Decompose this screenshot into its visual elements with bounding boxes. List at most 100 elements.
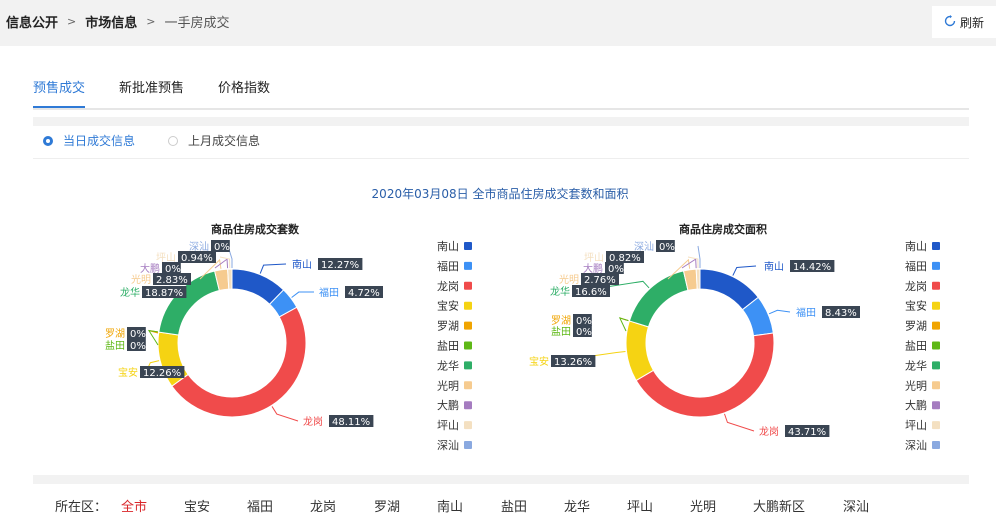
slice-name-label: 盐田 bbox=[551, 325, 571, 338]
pie-slice-龙华[interactable] bbox=[628, 270, 689, 328]
legend-swatch[interactable] bbox=[464, 341, 472, 350]
legend-label[interactable]: 南山 bbox=[905, 240, 927, 253]
legend-label[interactable]: 龙华 bbox=[437, 358, 459, 372]
percent-label: 0% bbox=[659, 242, 675, 253]
slice-name-label: 宝安 bbox=[118, 366, 138, 379]
percent-label: 0% bbox=[608, 264, 624, 275]
percent-label: 48.11% bbox=[332, 417, 370, 428]
legend-swatch[interactable] bbox=[932, 301, 940, 310]
label-leader-line bbox=[214, 258, 229, 269]
pie-chart-title: 商品住房成交面积 bbox=[679, 222, 767, 236]
percent-label: 13.26% bbox=[554, 357, 592, 368]
legend-label[interactable]: 大鹏 bbox=[905, 398, 927, 412]
pie-slice-坪山[interactable] bbox=[695, 268, 701, 290]
legend-label[interactable]: 光明 bbox=[905, 378, 927, 392]
percent-label: 0.82% bbox=[609, 253, 641, 264]
pie-slice-龙岗[interactable] bbox=[171, 306, 307, 418]
legend-label[interactable]: 福田 bbox=[905, 259, 927, 273]
legend-swatch[interactable] bbox=[464, 381, 472, 390]
slice-name-label: 罗湖 bbox=[105, 328, 125, 340]
legend-swatch[interactable] bbox=[932, 242, 940, 250]
label-leader-line bbox=[271, 406, 299, 422]
legend-label[interactable]: 龙岗 bbox=[437, 280, 459, 293]
pie-slice-坪山[interactable] bbox=[227, 268, 233, 290]
slice-name-label: 龙华 bbox=[550, 285, 570, 298]
percent-label: 0.94% bbox=[181, 253, 213, 264]
percent-label: 43.71% bbox=[788, 427, 826, 438]
legend-label[interactable]: 大鹏 bbox=[437, 398, 459, 412]
legend-swatch[interactable] bbox=[464, 421, 472, 430]
legend-swatch[interactable] bbox=[932, 401, 940, 410]
chart-legend: 南山福田龙岗宝安罗湖盐田龙华光明大鹏坪山深汕 bbox=[905, 240, 940, 452]
legend-label[interactable]: 南山 bbox=[437, 240, 459, 253]
slice-name-label: 福田 bbox=[796, 306, 816, 319]
label-leader-line bbox=[768, 309, 791, 315]
legend-label[interactable]: 坪山 bbox=[905, 419, 927, 432]
slice-name-label: 龙岗 bbox=[759, 425, 779, 438]
label-leader-line bbox=[219, 256, 231, 269]
pie-slice-宝安[interactable] bbox=[625, 320, 655, 382]
legend-label[interactable]: 光明 bbox=[437, 378, 459, 392]
percent-label: 4.72% bbox=[348, 288, 380, 299]
legend-label[interactable]: 深汕 bbox=[905, 439, 927, 452]
legend-swatch[interactable] bbox=[932, 381, 940, 390]
percent-label: 0% bbox=[214, 242, 230, 253]
legend-swatch[interactable] bbox=[932, 361, 940, 370]
legend-label[interactable]: 深汕 bbox=[437, 439, 459, 452]
legend-label[interactable]: 罗湖 bbox=[905, 320, 927, 333]
percent-label: 12.26% bbox=[143, 368, 181, 379]
legend-label[interactable]: 福田 bbox=[437, 259, 459, 273]
percent-label: 0% bbox=[130, 341, 146, 352]
legend-swatch[interactable] bbox=[464, 242, 472, 250]
legend-swatch[interactable] bbox=[464, 281, 472, 290]
legend-label[interactable]: 盐田 bbox=[437, 340, 459, 353]
slice-name-label: 坪山 bbox=[584, 251, 604, 264]
legend-label[interactable]: 坪山 bbox=[437, 419, 459, 432]
legend-swatch[interactable] bbox=[932, 421, 940, 430]
slice-name-label: 南山 bbox=[292, 258, 312, 271]
pie-chart-0: 商品住房成交套数南山 12.27% 福田 4.72% 龙岗 48.11% 宝安 12.26% 罗… bbox=[105, 222, 472, 452]
legend-swatch[interactable] bbox=[932, 261, 940, 270]
legend-swatch[interactable] bbox=[932, 441, 940, 449]
chart-legend: 南山福田龙岗宝安罗湖盐田龙华光明大鹏坪山深汕 bbox=[437, 240, 472, 452]
legend-label[interactable]: 龙岗 bbox=[905, 280, 927, 293]
percent-label: 0% bbox=[576, 327, 592, 338]
percent-label: 12.27% bbox=[321, 260, 359, 271]
slice-name-label: 深汕 bbox=[634, 241, 654, 253]
percent-label: 8.43% bbox=[825, 308, 857, 319]
label-leader-line bbox=[259, 263, 287, 274]
legend-swatch[interactable] bbox=[464, 301, 472, 310]
label-leader-line bbox=[724, 413, 755, 432]
percent-label: 14.42% bbox=[793, 262, 831, 273]
legend-swatch[interactable] bbox=[464, 441, 472, 449]
slice-name-label: 坪山 bbox=[156, 251, 176, 264]
slice-name-label: 盐田 bbox=[105, 339, 125, 352]
legend-swatch[interactable] bbox=[464, 401, 472, 410]
percent-label: 0% bbox=[130, 329, 146, 340]
legend-label[interactable]: 龙华 bbox=[905, 358, 927, 372]
legend-label[interactable]: 罗湖 bbox=[437, 320, 459, 333]
legend-label[interactable]: 宝安 bbox=[905, 299, 927, 313]
slice-name-label: 罗湖 bbox=[551, 315, 571, 327]
label-leader-line bbox=[291, 291, 315, 298]
pie-charts: 商品住房成交套数南山 12.27% 福田 4.72% 龙岗 48.11% 宝安 12.26% 罗… bbox=[105, 222, 940, 452]
pie-slice-龙岗[interactable] bbox=[635, 332, 775, 418]
slice-name-label: 龙华 bbox=[120, 286, 140, 299]
legend-swatch[interactable] bbox=[932, 321, 940, 330]
pie-chart-title: 商品住房成交套数 bbox=[211, 222, 300, 236]
legend-swatch[interactable] bbox=[932, 341, 940, 350]
legend-swatch[interactable] bbox=[464, 321, 472, 330]
legend-label[interactable]: 宝安 bbox=[437, 299, 459, 313]
legend-label[interactable]: 盐田 bbox=[905, 340, 927, 353]
legend-swatch[interactable] bbox=[464, 361, 472, 370]
slice-name-label: 福田 bbox=[319, 286, 339, 299]
percent-label: 2.83% bbox=[156, 275, 188, 286]
slice-name-label: 宝安 bbox=[529, 355, 549, 368]
legend-swatch[interactable] bbox=[464, 261, 472, 270]
label-leader-line bbox=[732, 265, 757, 276]
percent-label: 2.76% bbox=[584, 275, 616, 286]
slice-name-label: 深汕 bbox=[189, 241, 209, 253]
slice-name-label: 光明 bbox=[559, 273, 579, 286]
legend-swatch[interactable] bbox=[932, 281, 940, 290]
percent-label: 0% bbox=[165, 264, 181, 275]
